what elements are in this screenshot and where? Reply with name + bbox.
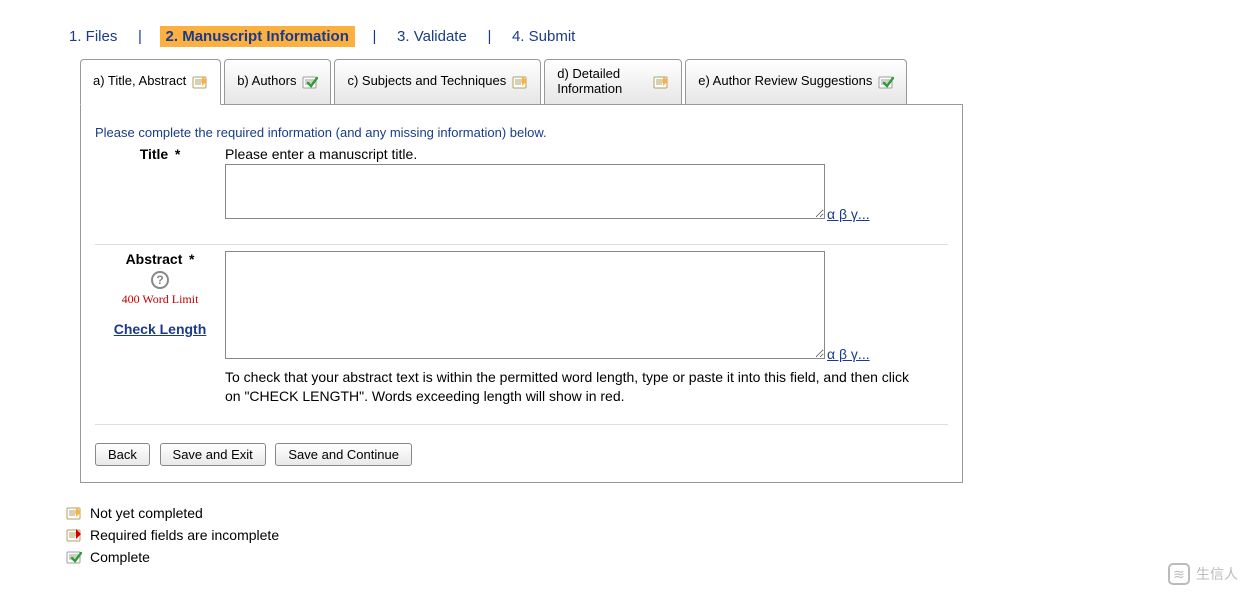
divider xyxy=(95,244,948,245)
complete-icon xyxy=(66,549,82,565)
title-input[interactable] xyxy=(225,164,825,219)
subtabs: a) Title, Abstract b) Authors c) Subject… xyxy=(80,59,963,105)
save-and-continue-button[interactable]: Save and Continue xyxy=(275,443,412,466)
not-yet-completed-icon xyxy=(192,74,208,90)
step-submit[interactable]: 4. Submit xyxy=(509,27,578,46)
tab-title-abstract[interactable]: a) Title, Abstract xyxy=(80,59,221,105)
save-and-exit-button[interactable]: Save and Exit xyxy=(160,443,266,466)
tab-label: a) Title, Abstract xyxy=(93,74,186,89)
legend-label: Complete xyxy=(90,549,150,565)
legend-label: Not yet completed xyxy=(90,505,203,521)
not-yet-completed-icon xyxy=(653,74,669,90)
word-limit-text: 400 Word Limit xyxy=(95,292,225,307)
tab-label: b) Authors xyxy=(237,74,296,89)
status-legend: Not yet completed Required fields are in… xyxy=(66,505,1250,565)
complete-icon xyxy=(878,74,894,90)
step-separator: | xyxy=(373,28,377,45)
tab-panel: Please complete the required information… xyxy=(80,104,963,483)
title-label: Title xyxy=(140,146,169,162)
tab-authors[interactable]: b) Authors xyxy=(224,59,331,105)
title-hint: Please enter a manuscript title. xyxy=(225,146,870,162)
watermark-icon: ≋ xyxy=(1168,563,1190,585)
panel-instruction: Please complete the required information… xyxy=(95,125,948,140)
step-separator: | xyxy=(487,28,491,45)
not-yet-completed-icon xyxy=(512,74,528,90)
step-validate[interactable]: 3. Validate xyxy=(394,27,470,46)
greek-chars-link[interactable]: α β γ... xyxy=(827,346,870,362)
divider xyxy=(95,424,948,425)
abstract-label: Abstract xyxy=(126,251,183,267)
required-incomplete-icon xyxy=(66,527,82,543)
legend-label: Required fields are incomplete xyxy=(90,527,279,543)
tab-label: c) Subjects and Techniques xyxy=(347,74,506,89)
required-indicator: * xyxy=(175,146,180,162)
step-files[interactable]: 1. Files xyxy=(66,27,120,46)
step-manuscript-info[interactable]: 2. Manuscript Information xyxy=(160,26,355,47)
complete-icon xyxy=(302,74,318,90)
back-button[interactable]: Back xyxy=(95,443,150,466)
watermark-text: 生信人 xyxy=(1196,564,1238,584)
tab-author-review-suggestions[interactable]: e) Author Review Suggestions xyxy=(685,59,907,105)
required-indicator: * xyxy=(189,251,194,267)
watermark: ≋ 生信人 xyxy=(1168,563,1238,585)
tab-detailed-information[interactable]: d) Detailed Information xyxy=(544,59,682,105)
help-icon[interactable]: ? xyxy=(151,271,169,289)
abstract-input[interactable] xyxy=(225,251,825,359)
tab-subjects-techniques[interactable]: c) Subjects and Techniques xyxy=(334,59,541,105)
wizard-steps: 1. Files | 2. Manuscript Information | 3… xyxy=(66,28,1250,45)
abstract-note: To check that your abstract text is with… xyxy=(225,368,919,406)
step-separator: | xyxy=(138,28,142,45)
not-yet-completed-icon xyxy=(66,505,82,521)
tab-label: d) Detailed Information xyxy=(557,67,647,97)
button-bar: Back Save and Exit Save and Continue xyxy=(95,443,948,466)
check-length-link[interactable]: Check Length xyxy=(114,321,207,337)
greek-chars-link[interactable]: α β γ... xyxy=(827,206,870,222)
tab-label: e) Author Review Suggestions xyxy=(698,74,872,89)
